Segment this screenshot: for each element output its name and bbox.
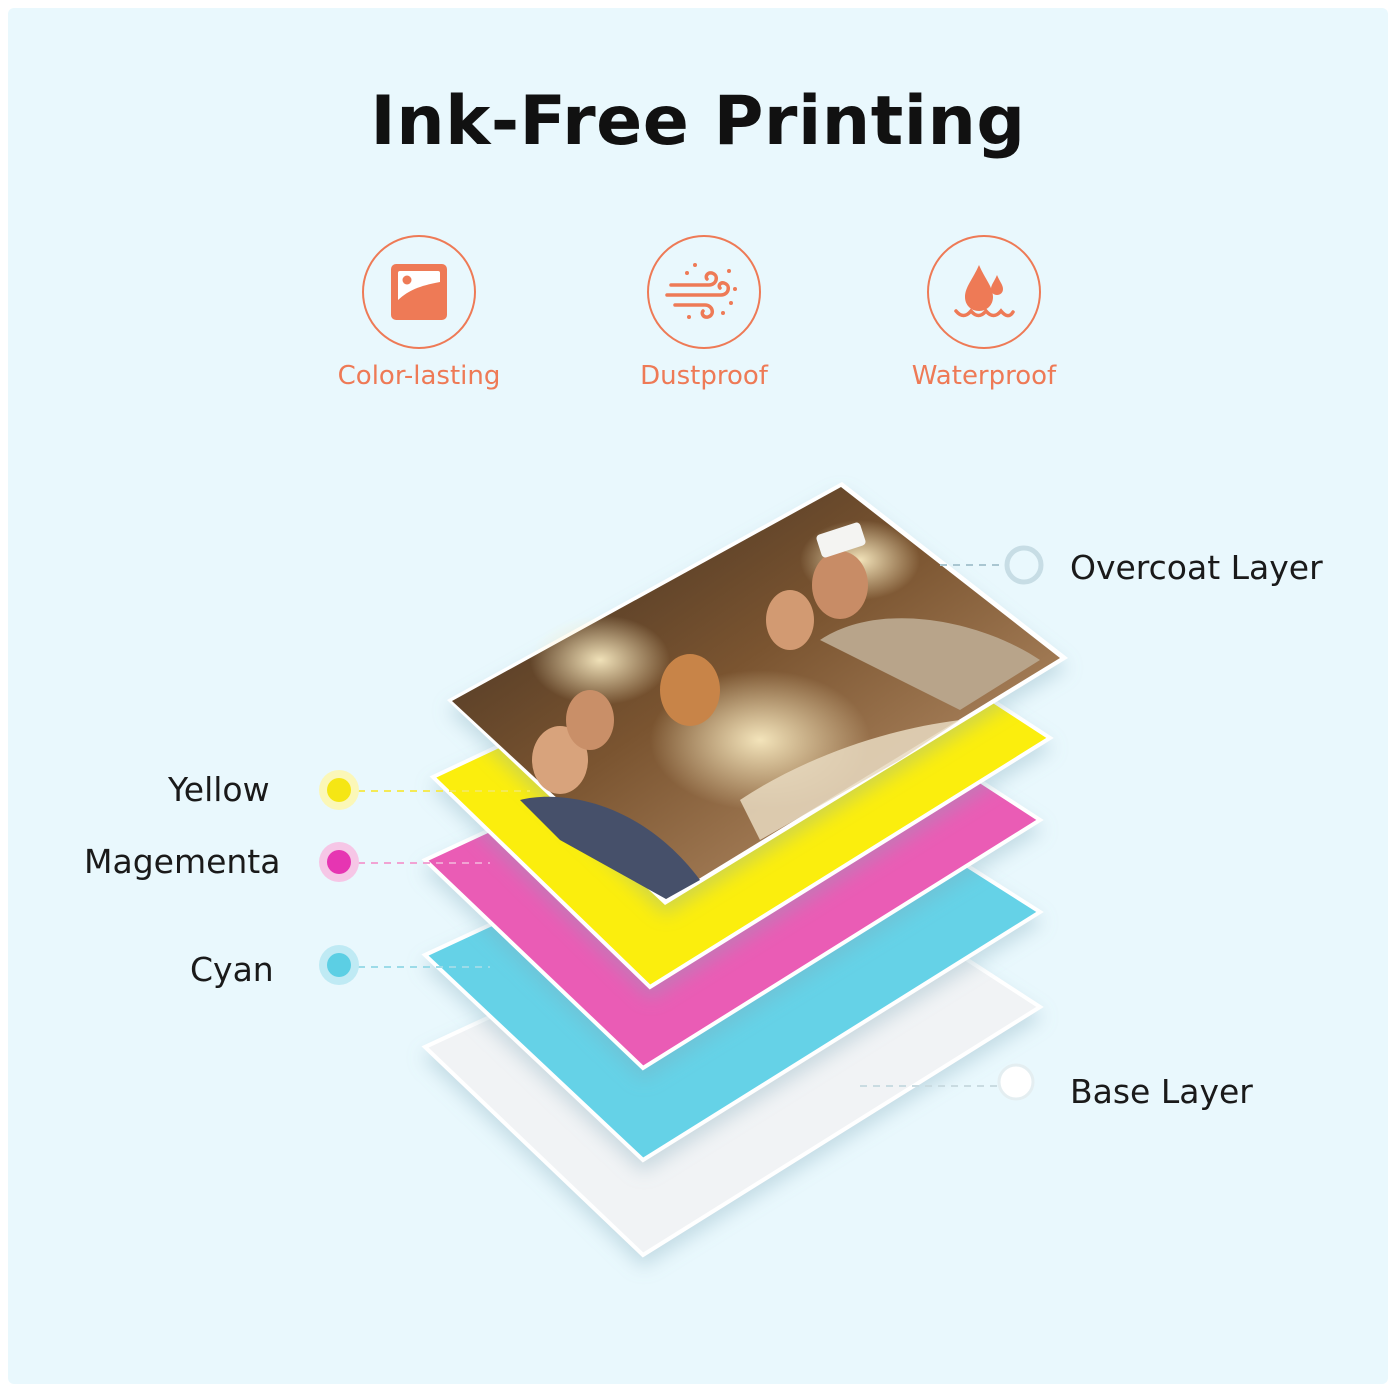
overcoat-layer-label: Overcoat Layer	[1070, 548, 1323, 587]
base-dot	[997, 1063, 1035, 1101]
magenta-dot	[327, 850, 351, 874]
magenta-layer-label: Magementa	[84, 842, 281, 881]
yellow-layer-label: Yellow	[168, 770, 270, 809]
layer-stack-illustration	[319, 482, 1068, 1258]
base-layer-label: Base Layer	[1070, 1072, 1253, 1111]
cyan-layer-label: Cyan	[190, 950, 274, 989]
cyan-dot	[327, 953, 351, 977]
overcoat-dot	[1004, 545, 1044, 585]
yellow-dot	[327, 778, 351, 802]
